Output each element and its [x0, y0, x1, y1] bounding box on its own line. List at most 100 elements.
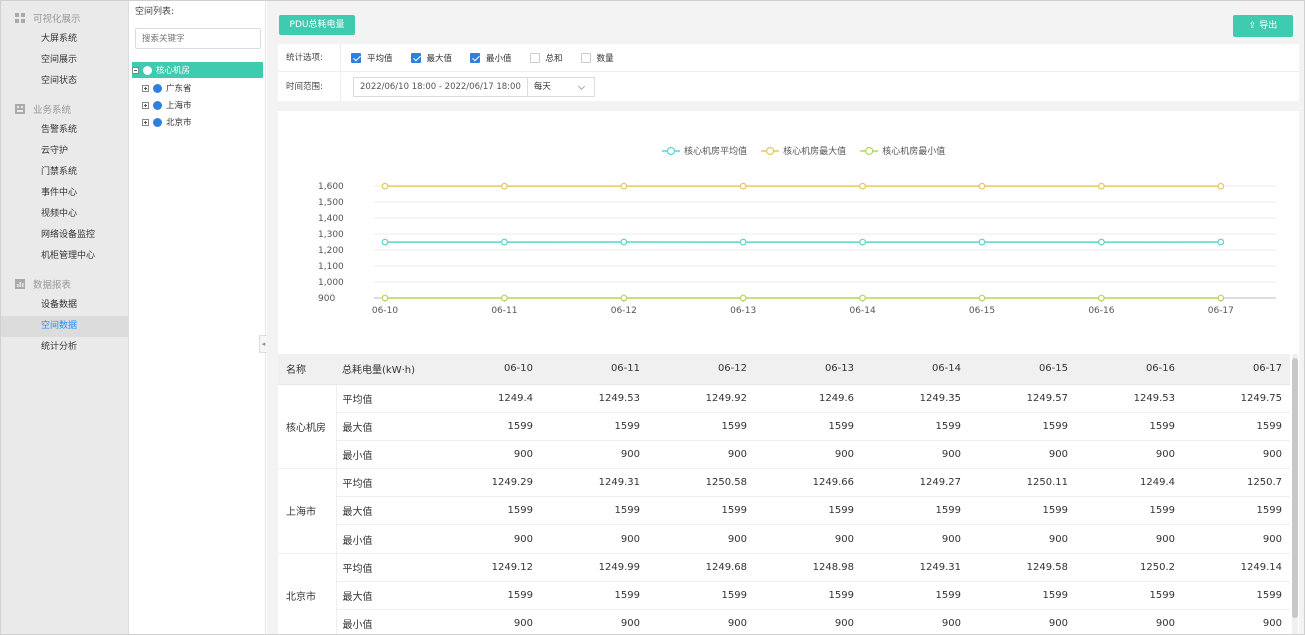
table-cell: 900	[1076, 524, 1183, 554]
data-point	[739, 294, 747, 302]
bar-chart-icon	[15, 279, 25, 289]
nav-item-event-center[interactable]: 事件中心	[1, 183, 128, 204]
data-point	[500, 294, 508, 302]
table-cell: 1599	[1076, 581, 1183, 611]
table-cell: 900	[862, 440, 969, 470]
table-row: 最大值 1599 1599 1599 1599 1599 1599 1599 1599	[278, 581, 1290, 611]
tree-search-input[interactable]	[135, 28, 261, 49]
column-header-date: 06-12	[648, 354, 755, 385]
checkbox-checked-icon[interactable]	[410, 52, 421, 63]
table-cell: 1250.58	[648, 468, 755, 498]
nav-group-visualization[interactable]: 可视化展示	[1, 7, 128, 29]
table-row: 上海市 平均值 1249.29 1249.31 1250.58 1249.66 1249.2…	[278, 468, 1290, 554]
table-cell: 1599	[1076, 496, 1183, 526]
table-row: 最大值 1599 1599 1599 1599 1599 1599 1599 1599	[278, 496, 1290, 526]
expand-toggle-icon[interactable]	[142, 118, 149, 126]
data-point	[1098, 182, 1105, 190]
data-point	[1098, 294, 1105, 302]
frequency-select[interactable]: 每天	[527, 77, 595, 97]
option-label: 最小值	[486, 53, 512, 64]
table-cell: 1249.75	[1183, 384, 1290, 413]
stats-options-label: 统计选项:	[278, 44, 341, 71]
table-cell: 1599	[648, 496, 755, 526]
table-cell: 900	[541, 609, 648, 634]
tree-title: 空间列表:	[135, 7, 175, 17]
export-label: 导出	[1259, 21, 1278, 31]
x-tick-label: 06-15	[969, 306, 995, 316]
space-node-icon	[153, 100, 162, 110]
table-row: 核心机房 平均值 1249.4 1249.53 1249.92 1249.6 1249.35…	[278, 384, 1290, 470]
option-min[interactable]: 最小值	[470, 52, 512, 64]
table-cell: 1248.98	[755, 553, 862, 582]
option-average[interactable]: 平均值	[351, 52, 393, 64]
table-cell: 1599	[648, 412, 755, 441]
table-cell: 1599	[862, 412, 969, 441]
row-metric: 最小值	[336, 524, 434, 554]
table-cell: 1599	[434, 581, 541, 611]
option-label: 平均值	[367, 53, 393, 64]
data-point	[1217, 294, 1225, 302]
nav-item-video-center[interactable]: 视频中心	[1, 204, 128, 225]
nav-item-space-display[interactable]: 空间展示	[1, 50, 128, 71]
tree-node-root[interactable]: 核心机房	[132, 62, 263, 78]
nav-item-network-monitor[interactable]: 网络设备监控	[1, 225, 128, 246]
nav-group-reports[interactable]: 数据报表	[1, 273, 128, 295]
nav-item-statistics[interactable]: 统计分析	[1, 337, 128, 358]
export-button[interactable]: ⇪ 导出	[1233, 15, 1293, 37]
tree-node-beijing[interactable]: 北京市	[142, 114, 192, 130]
nav-item-big-screen[interactable]: 大屏系统	[1, 29, 128, 50]
data-point	[1217, 238, 1225, 246]
nav-group-label: 数据报表	[33, 280, 72, 291]
option-sum[interactable]: 总和	[529, 52, 563, 64]
data-point	[1217, 182, 1225, 190]
space-node-icon	[153, 117, 162, 127]
column-header-date: 06-16	[1076, 354, 1183, 385]
row-metric: 最大值	[336, 496, 434, 526]
nav-item-access-control[interactable]: 门禁系统	[1, 162, 128, 183]
option-max[interactable]: 最大值	[410, 52, 452, 64]
tree-node-label: 上海市	[166, 101, 192, 111]
expand-toggle-icon[interactable]	[142, 84, 149, 92]
checkbox-unchecked-icon[interactable]	[580, 52, 591, 63]
option-count[interactable]: 数量	[580, 52, 614, 64]
tab-pdu-power[interactable]: PDU总耗电量	[279, 15, 355, 35]
scrollbar-thumb[interactable]	[1292, 358, 1298, 618]
table-cell: 1599	[755, 496, 862, 526]
nav-item-space-data[interactable]: 空间数据	[1, 316, 128, 337]
nav-item-cloud-guard[interactable]: 云守护	[1, 141, 128, 162]
checkbox-checked-icon[interactable]	[470, 52, 481, 63]
tree-node-shanghai[interactable]: 上海市	[142, 97, 192, 113]
y-tick-label: 1,300	[318, 230, 344, 240]
space-tree-panel: 空间列表: 核心机房 广东省 上海市 北京市	[130, 1, 266, 634]
data-point	[1098, 238, 1105, 246]
table-row: 最大值 1599 1599 1599 1599 1599 1599 1599 1599	[278, 412, 1290, 441]
checkbox-checked-icon[interactable]	[351, 52, 361, 63]
data-point	[500, 182, 508, 190]
data-point	[978, 294, 986, 302]
tree-node-label: 核心机房	[156, 66, 191, 76]
data-point	[859, 238, 866, 246]
expand-toggle-icon[interactable]	[142, 101, 149, 109]
table-scrollbar[interactable]	[1292, 354, 1298, 634]
checkbox-unchecked-icon[interactable]	[529, 52, 540, 63]
table-cell: 1249.68	[648, 553, 755, 582]
table-cell: 900	[1183, 524, 1290, 554]
column-header-name: 名称	[278, 354, 336, 385]
line-chart-panel: 1,600 1,500 1,400 1,300 1,200 1,100 1,000 900 06…	[278, 111, 1299, 354]
table-cell: 1599	[969, 496, 1076, 526]
tree-node-guangdong[interactable]: 广东省	[142, 80, 192, 96]
nav-item-cabinet-center[interactable]: 机柜管理中心	[1, 246, 128, 267]
table-body: 核心机房 平均值 1249.4 1249.53 1249.92 1249.6 1249.35…	[278, 384, 1290, 634]
nav-item-space-status[interactable]: 空间状态	[1, 71, 128, 92]
nav-item-alarm[interactable]: 告警系统	[1, 120, 128, 141]
table-cell: 900	[434, 524, 541, 554]
y-tick-label: 1,500	[318, 198, 344, 208]
column-header-date: 06-10	[434, 354, 541, 385]
collapse-toggle-icon[interactable]	[132, 66, 139, 74]
table-cell: 1249.6	[755, 384, 862, 413]
date-range-input[interactable]: 2022/06/10 18:00 - 2022/06/17 18:00	[353, 77, 528, 97]
nav-item-device-data[interactable]: 设备数据	[1, 295, 128, 316]
x-tick-label: 06-11	[491, 306, 517, 316]
nav-group-business[interactable]: 业务系统	[1, 98, 128, 120]
x-tick-label: 06-16	[1088, 306, 1114, 316]
